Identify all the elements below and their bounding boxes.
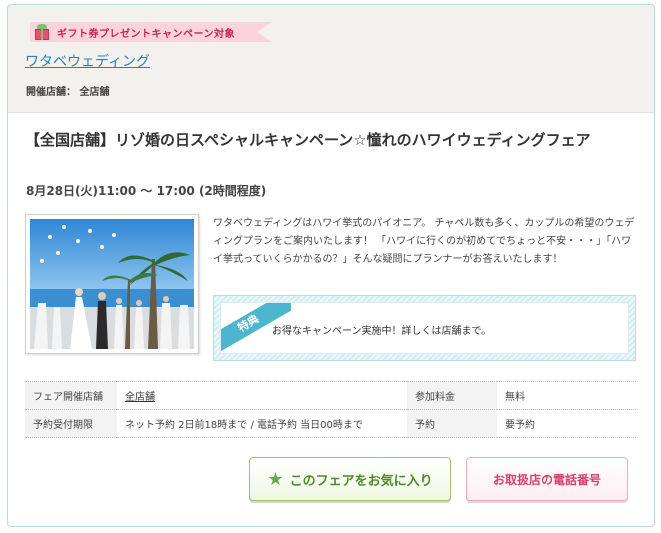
perk-box: 特典 お得なキャンペーン実施中！詳しくは店舗まで。 [213, 295, 636, 361]
fair-title: 【全国店舗】リゾ婚の日スペシャルキャンペーン☆憧れのハワイウェディングフェア [25, 131, 591, 149]
gift-campaign-label: ギフト券プレゼントキャンペーン対象 [57, 28, 235, 40]
fair-card: ギフト券プレゼントキャンペーン対象 ワタベウェディング 開催店舗： 全店舗 【全… [7, 4, 655, 527]
star-icon: ★ [267, 468, 284, 490]
table-row: フェア開催店舗 全店舗 参加料金 無料 [25, 381, 636, 410]
venue-value-link[interactable]: 全店舗 [125, 392, 155, 403]
venue-value-cell[interactable]: 全店舗 [117, 381, 407, 410]
perk-text: お得なキャンペーン実施中！詳しくは店舗まで。 [272, 326, 492, 337]
gift-box-icon [33, 23, 51, 41]
card-header: ギフト券プレゼントキャンペーン対象 ワタベウェディング 開催店舗： 全店舗 [8, 5, 654, 113]
deadline-value: ネット予約 2日前18時まで / 電話予約 当日00時まで [117, 409, 407, 438]
table-row: 予約受付期限 ネット予約 2日前18時まで / 電話予約 当日00時まで 予約 … [25, 409, 636, 438]
store-phone-label: お取扱店の電話番号 [492, 472, 601, 487]
gift-campaign-banner: ギフト券プレゼントキャンペーン対象 [30, 22, 272, 42]
fee-label: 参加料金 [407, 381, 497, 410]
perk-inner: 特典 お得なキャンペーン実施中！詳しくは店舗まで。 [220, 302, 629, 354]
venue-line: 開催店舗： 全店舗 [26, 87, 110, 98]
reservation-label: 予約 [407, 409, 497, 438]
store-phone-button[interactable]: お取扱店の電話番号 [466, 457, 628, 501]
reservation-value: 要予約 [497, 409, 636, 438]
fair-photo [25, 214, 199, 354]
fair-description: ワタベウェディングはハワイ挙式のパイオニア。 チャペル数も多く、カップルの希望の… [213, 218, 635, 265]
fair-datetime: 8月28日(火)11:00 ～ 17:00 (2時間程度) [26, 184, 267, 198]
venue-label: フェア開催店舗 [25, 381, 117, 410]
wedding-beach-photo [30, 219, 194, 349]
company-name-link[interactable]: ワタベウェディング [25, 51, 150, 71]
fair-info-table: フェア開催店舗 全店舗 参加料金 無料 予約受付期限 ネット予約 2日前18時ま… [25, 381, 636, 438]
fee-value: 無料 [497, 381, 636, 410]
favorite-fair-label: このフェアをお気に入り [289, 473, 433, 489]
deadline-label: 予約受付期限 [25, 409, 117, 438]
favorite-fair-button[interactable]: ★ このフェアをお気に入り [249, 457, 451, 501]
